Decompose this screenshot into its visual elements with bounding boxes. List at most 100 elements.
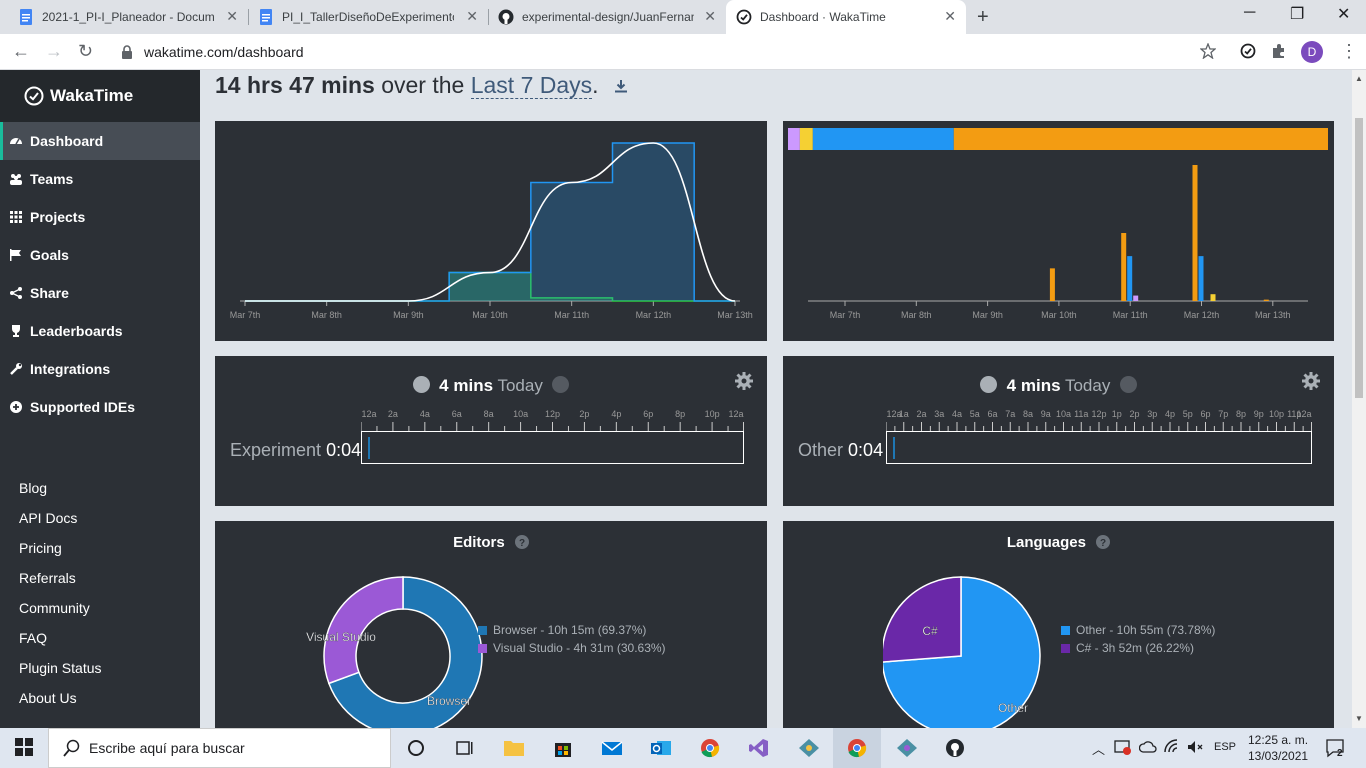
- editors-donut-chart[interactable]: Visual Studio Browser: [295, 559, 495, 728]
- footer-link-referrals[interactable]: Referrals: [19, 570, 76, 586]
- gitkraken-icon[interactable]: [896, 738, 918, 758]
- footer-link-api-docs[interactable]: API Docs: [19, 510, 77, 526]
- notifications-icon[interactable]: [1325, 738, 1347, 758]
- star-icon[interactable]: [1200, 43, 1216, 59]
- activity-segment[interactable]: [893, 437, 895, 459]
- close-window-icon[interactable]: ✕: [1337, 4, 1350, 24]
- minimize-icon[interactable]: ─: [1244, 4, 1255, 22]
- footer-link-about-us[interactable]: About Us: [19, 690, 77, 706]
- browser-tab[interactable]: PI_I_TallerDiseñoDeExperimentos ✕: [248, 0, 488, 34]
- daily-language-bar: [1192, 165, 1198, 301]
- scroll-down-icon[interactable]: ▼: [1355, 714, 1363, 723]
- close-tab-icon[interactable]: ✕: [944, 9, 956, 23]
- timeline-tick-label: 7p: [1218, 409, 1228, 419]
- footer-link-community[interactable]: Community: [19, 600, 90, 616]
- reload-icon[interactable]: ↻: [78, 42, 93, 60]
- sidebar-item-dashboard[interactable]: Dashboard: [0, 122, 200, 160]
- outlook-icon[interactable]: [650, 738, 672, 758]
- footer-link-faq[interactable]: FAQ: [19, 630, 47, 646]
- wakatime-icon: [736, 9, 752, 25]
- next-day-icon[interactable]: [1119, 376, 1137, 393]
- visual-studio-icon[interactable]: [749, 738, 769, 758]
- timeline-tick-label: 11a: [1074, 409, 1088, 419]
- activity-segment[interactable]: [368, 437, 370, 459]
- legend-item[interactable]: Browser - 10h 15m (69.37%): [478, 623, 646, 637]
- sidebar-item-projects[interactable]: Projects: [0, 198, 200, 236]
- browser-tab[interactable]: experimental-design/JuanFernan ✕: [488, 0, 726, 34]
- languages-pie-chart[interactable]: C# Other: [883, 559, 1063, 728]
- browser-tab-active[interactable]: Dashboard · WakaTime ✕: [726, 0, 966, 34]
- timeline-tick-label: 10p: [705, 409, 720, 419]
- close-tab-icon[interactable]: ✕: [226, 9, 238, 23]
- chrome-icon[interactable]: [700, 738, 720, 758]
- input-language[interactable]: ESP: [1214, 741, 1236, 753]
- sidebar-item-leaderboards[interactable]: Leaderboards: [0, 312, 200, 350]
- mail-icon[interactable]: [601, 738, 623, 758]
- windows-start-icon[interactable]: [15, 738, 33, 756]
- sidebar-item-share[interactable]: Share: [0, 274, 200, 312]
- previous-day-icon[interactable]: [980, 376, 998, 393]
- legend-item[interactable]: C# - 3h 52m (26.22%): [1061, 641, 1194, 655]
- sidebar-item-supported-ides[interactable]: Supported IDEs: [0, 388, 200, 426]
- footer-link-blog[interactable]: Blog: [19, 480, 47, 496]
- show-hidden-icons-icon[interactable]: ︿: [1092, 739, 1105, 758]
- timeline-track[interactable]: [886, 431, 1312, 464]
- forward-icon[interactable]: →: [45, 42, 63, 60]
- sidebar-item-integrations[interactable]: Integrations: [0, 350, 200, 388]
- next-day-icon[interactable]: [552, 376, 570, 393]
- gear-icon[interactable]: [1302, 372, 1320, 390]
- new-tab-button[interactable]: +: [977, 6, 989, 29]
- help-icon[interactable]: ?: [1096, 535, 1111, 549]
- github-desktop-icon[interactable]: [945, 738, 965, 758]
- close-tab-icon[interactable]: ✕: [704, 9, 716, 23]
- browser-menu-icon[interactable]: ⋮: [1340, 41, 1358, 62]
- volume-muted-icon[interactable]: [1187, 738, 1205, 756]
- download-icon[interactable]: [614, 80, 627, 93]
- x-tick-label: Mar 10th: [1041, 310, 1077, 320]
- wakatime-extension-icon[interactable]: [1240, 43, 1256, 59]
- restore-icon[interactable]: ❐: [1290, 4, 1304, 24]
- brand-logo[interactable]: WakaTime: [24, 86, 133, 106]
- cloud-icon[interactable]: [1139, 738, 1157, 756]
- system-clock[interactable]: 12:25 a. m. 13/03/2021: [1248, 732, 1308, 764]
- taskbar-search-box[interactable]: Escribe aquí para buscar: [48, 728, 391, 768]
- users-icon: [10, 174, 22, 185]
- scroll-up-icon[interactable]: ▲: [1355, 74, 1363, 83]
- sidebar-item-teams[interactable]: Teams: [0, 160, 200, 198]
- gear-icon[interactable]: [735, 372, 753, 390]
- activity-chart[interactable]: Mar 7th Mar 8th Mar 9th Mar 10th Mar 11th Mar…: [215, 121, 767, 341]
- page-scrollbar[interactable]: ▲ ▼: [1352, 70, 1366, 728]
- help-icon[interactable]: ?: [514, 535, 529, 549]
- previous-day-icon[interactable]: [412, 376, 430, 393]
- legend-item[interactable]: Other - 10h 55m (73.78%): [1061, 623, 1215, 637]
- store-icon[interactable]: [553, 738, 573, 758]
- profile-avatar[interactable]: D: [1301, 41, 1323, 63]
- scrollbar-thumb[interactable]: [1355, 118, 1363, 398]
- gitkraken-icon[interactable]: [798, 738, 820, 758]
- task-view-icon[interactable]: [454, 738, 474, 758]
- legend-item[interactable]: Visual Studio - 4h 31m (30.63%): [478, 641, 666, 655]
- wifi-icon[interactable]: [1163, 738, 1181, 756]
- browser-tab[interactable]: 2021-1_PI-I_Planeador - Docume ✕: [8, 0, 248, 34]
- language-duration: 0:04: [848, 440, 884, 460]
- extensions-puzzle-icon[interactable]: [1271, 43, 1287, 59]
- date-range-selector[interactable]: Last 7 Days: [470, 72, 593, 99]
- chrome-icon[interactable]: [847, 738, 867, 758]
- address-bar[interactable]: wakatime.com/dashboard: [110, 38, 1228, 66]
- cortana-icon[interactable]: [406, 738, 426, 758]
- app-tray-icon[interactable]: [1114, 738, 1132, 756]
- trophy-icon: [12, 325, 20, 337]
- footer-link-plugin-status[interactable]: Plugin Status: [19, 660, 102, 676]
- timeline-track[interactable]: [361, 431, 744, 464]
- close-tab-icon[interactable]: ✕: [466, 9, 478, 23]
- daily-languages-chart[interactable]: Mar 7th Mar 8th Mar 9th Mar 10th Mar 11th Mar…: [783, 121, 1334, 341]
- sidebar-item-goals[interactable]: Goals: [0, 236, 200, 274]
- svg-text:?: ?: [519, 538, 525, 549]
- tab-title: PI_I_TallerDiseñoDeExperimentos: [282, 10, 454, 24]
- file-explorer-icon[interactable]: [503, 738, 525, 758]
- sidebar: WakaTime Dashboard Teams Projects Goals …: [0, 70, 200, 728]
- back-icon[interactable]: ←: [12, 42, 30, 60]
- footer-link-pricing[interactable]: Pricing: [19, 540, 62, 556]
- sidebar-item-label: Teams: [30, 171, 74, 187]
- timeline-tick-label: 12a: [361, 409, 376, 419]
